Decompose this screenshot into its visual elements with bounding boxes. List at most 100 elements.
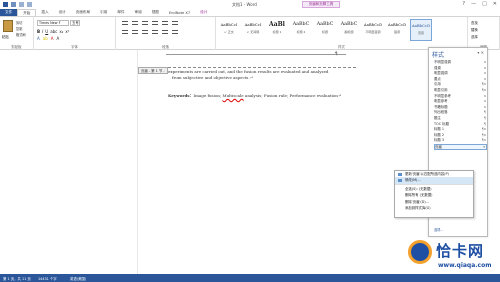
line-spacing-icon[interactable] bbox=[162, 30, 168, 34]
menu-item-label: 删除所有 (无数据) bbox=[405, 193, 433, 198]
justify-icon[interactable] bbox=[152, 30, 158, 34]
menu-item-modify[interactable]: 修改(M)... bbox=[395, 177, 473, 184]
style-tile-emphasis[interactable]: AaBbCcD 强调 bbox=[386, 19, 408, 41]
menu-item-label: 全选(S): (无数据) bbox=[405, 186, 432, 191]
style-name: 副标题 bbox=[344, 30, 354, 34]
misspelled-word[interactable]: Multiscale bbox=[222, 93, 243, 98]
style-list-item-label: 不明显强调 bbox=[434, 60, 451, 64]
shading-icon[interactable] bbox=[172, 30, 178, 34]
sort-icon[interactable] bbox=[172, 21, 178, 25]
style-list-item[interactable]: 页眉 ▾ bbox=[434, 143, 487, 150]
styles-pane-title: 样式 bbox=[432, 52, 445, 59]
numbering-icon[interactable] bbox=[132, 21, 138, 25]
tab-insert[interactable]: 插入 bbox=[36, 10, 53, 15]
style-list-item-label: 列出段落 bbox=[434, 110, 448, 115]
style-sample: AaBbCcI bbox=[244, 22, 262, 27]
select-button[interactable]: 选择 bbox=[471, 34, 478, 39]
tab-references[interactable]: 引用 bbox=[95, 10, 112, 15]
menu-item-add-to-gallery[interactable]: 添加到样式库(G) bbox=[395, 205, 473, 211]
style-tile-heading-2[interactable]: AaBbC 标题 2 bbox=[290, 19, 312, 41]
cut-button[interactable]: 剪切 bbox=[16, 20, 22, 25]
keywords-text: Image fusion; bbox=[193, 93, 223, 98]
char-shading-icon[interactable]: A bbox=[57, 36, 60, 41]
status-bar: 第 1 页，共 11 页 14431 个字 英语(美国) bbox=[0, 274, 500, 282]
style-list-item-label: 要点 bbox=[434, 76, 441, 81]
tab-file[interactable]: 文件 bbox=[0, 9, 18, 16]
tab-view[interactable]: 视图 bbox=[147, 10, 164, 15]
style-tile-subtle-emphasis[interactable]: AaBbCcD 不明显强调 bbox=[362, 19, 384, 41]
italic-icon[interactable]: I bbox=[42, 29, 43, 34]
undo-icon[interactable] bbox=[19, 2, 24, 7]
style-name: ↵ 正文 bbox=[224, 30, 234, 34]
styles-options-link[interactable]: 选项... bbox=[434, 227, 443, 232]
text-effects-icon[interactable]: A bbox=[37, 36, 40, 41]
align-center-icon[interactable] bbox=[132, 30, 138, 34]
paste-button[interactable]: 粘贴 bbox=[2, 34, 9, 39]
multilevel-list-icon[interactable] bbox=[142, 21, 148, 25]
tab-review[interactable]: 审阅 bbox=[130, 10, 147, 15]
align-buttons-row bbox=[122, 30, 178, 34]
header-rule bbox=[166, 54, 346, 55]
document-page[interactable]: ¶ 页眉 - 第 1 节 - experiments are carried o… bbox=[138, 50, 356, 274]
font-group-label: 字体 bbox=[71, 45, 78, 49]
style-sample: AaBbC bbox=[340, 22, 358, 27]
find-button[interactable]: 查找 bbox=[471, 20, 478, 25]
align-left-icon[interactable] bbox=[122, 30, 128, 34]
body-text-line: from subjective and objective aspects.↵ bbox=[172, 75, 253, 80]
clipboard-group-label: 剪贴板 bbox=[11, 45, 22, 49]
help-icon[interactable]: ? bbox=[462, 1, 465, 7]
tab-endnote[interactable]: EndNote X7 bbox=[164, 11, 195, 15]
style-name: 强调 bbox=[393, 30, 400, 34]
font-name-select[interactable]: Times New F bbox=[37, 20, 69, 26]
paste-icon[interactable] bbox=[3, 20, 13, 32]
menu-item-label: 修改(M)... bbox=[405, 178, 421, 183]
bullets-icon[interactable] bbox=[122, 21, 128, 25]
language-indicator[interactable]: 英语(美国) bbox=[70, 276, 86, 281]
align-right-icon[interactable] bbox=[142, 30, 148, 34]
style-list-item-label: 书籍标题 bbox=[434, 104, 448, 109]
format-painter-button[interactable]: 格式刷 bbox=[16, 32, 26, 37]
style-sample: AaBbCcD bbox=[387, 22, 407, 27]
highlight-icon[interactable]: ab bbox=[43, 36, 48, 41]
style-tile-subtitle[interactable]: AaBbC 副标题 bbox=[338, 19, 360, 41]
minimize-icon[interactable]: — bbox=[471, 1, 476, 7]
save-icon[interactable] bbox=[11, 2, 16, 7]
copy-button[interactable]: 复制 bbox=[16, 26, 22, 31]
maximize-icon[interactable]: □ bbox=[482, 1, 487, 7]
tab-home[interactable]: 开始 bbox=[17, 9, 37, 16]
word-count[interactable]: 14431 个字 bbox=[38, 276, 57, 281]
styles-group: AaBbCcI ↵ 正文 AaBbCcI ↵ 无间隔 AaBl 标题 1 AaB… bbox=[216, 17, 468, 50]
bold-icon[interactable]: B bbox=[37, 29, 40, 34]
superscript-icon[interactable]: x² bbox=[65, 29, 69, 34]
style-tile-normal[interactable]: AaBbCcI ↵ 正文 bbox=[218, 19, 240, 41]
style-list-item-label: 题注 bbox=[434, 115, 441, 120]
watermark-logo-icon bbox=[408, 240, 432, 264]
subscript-icon[interactable]: x₂ bbox=[59, 29, 63, 34]
tab-layout[interactable]: 页面布局 bbox=[71, 10, 95, 15]
underline-icon[interactable]: U bbox=[45, 29, 48, 34]
increase-indent-icon[interactable] bbox=[162, 21, 168, 25]
menu-item-label: 添加到样式库(G) bbox=[405, 205, 431, 210]
context-tab-group: 页眉和页脚工具 bbox=[302, 1, 340, 8]
style-sample: AaBbC bbox=[316, 22, 334, 27]
site-watermark: 恰卡网 www.qiaqa.com bbox=[406, 238, 500, 274]
font-color-icon[interactable]: A bbox=[51, 36, 54, 41]
tab-design[interactable]: 设计 bbox=[54, 10, 71, 15]
header-boundary bbox=[138, 67, 356, 68]
tab-header-footer-design[interactable]: 设计 bbox=[195, 10, 212, 15]
page-count[interactable]: 第 1 页，共 11 页 bbox=[3, 276, 31, 281]
decrease-indent-icon[interactable] bbox=[152, 21, 158, 25]
style-list-item-label: 明显参考 bbox=[434, 99, 448, 104]
style-tile-heading-1[interactable]: AaBl 标题 1 bbox=[266, 19, 288, 41]
styles-pane-close-icon[interactable]: ▾ ✕ bbox=[477, 50, 484, 55]
strikethrough-icon[interactable]: abc bbox=[50, 29, 57, 34]
style-tile-header[interactable]: AaBbCcD 页眉 bbox=[410, 19, 432, 41]
style-tile-title[interactable]: AaBbC 标题 bbox=[314, 19, 336, 41]
style-tile-no-spacing[interactable]: AaBbCcI ↵ 无间隔 bbox=[242, 19, 264, 41]
close-icon[interactable]: ✕ bbox=[493, 1, 497, 7]
replace-button[interactable]: 替换 bbox=[471, 27, 478, 32]
font-size-select[interactable]: 五号 bbox=[70, 20, 80, 26]
redo-icon[interactable] bbox=[27, 2, 32, 7]
style-sample: AaBbCcD bbox=[363, 22, 383, 27]
tab-mailings[interactable]: 邮件 bbox=[112, 10, 129, 15]
